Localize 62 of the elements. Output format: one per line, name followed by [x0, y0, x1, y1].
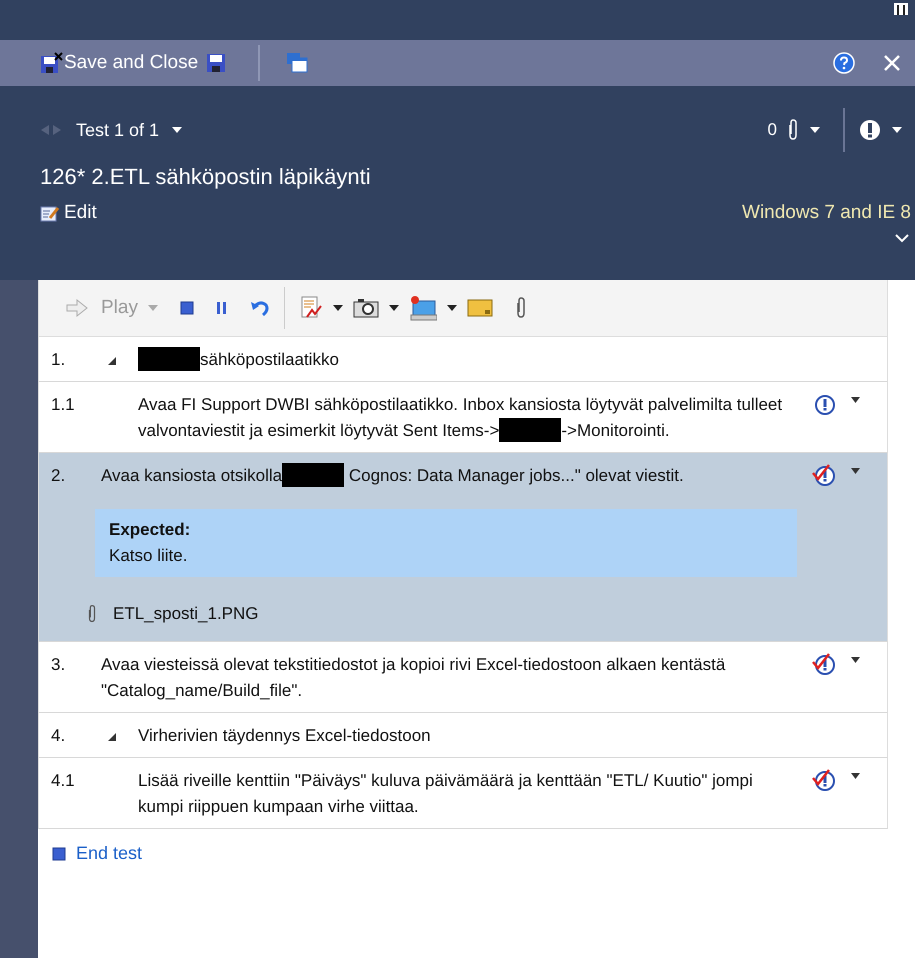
step-row[interactable]: 3. Avaa viesteissä olevat tekstitiedostot ja kopioi rivi Excel-tiedostoon alkaen kentästä "Catalog_name/Build_file". [38, 642, 888, 713]
note-icon[interactable] [466, 298, 493, 318]
columns-icon[interactable] [893, 2, 909, 16]
step-number: 4.1 [50, 770, 76, 792]
step-number: 4. [50, 725, 66, 747]
expected-text: Katso liite. [109, 545, 188, 567]
windows-icon[interactable] [286, 52, 308, 74]
caret-icon[interactable] [851, 397, 860, 403]
caret-icon[interactable] [171, 126, 184, 134]
step-number: 1. [50, 349, 66, 371]
step-number: 2. [50, 465, 66, 487]
close-icon[interactable] [883, 54, 901, 72]
expander-icon[interactable] [106, 731, 118, 743]
paperclip-icon[interactable] [787, 119, 799, 141]
caret-icon[interactable] [332, 305, 343, 311]
edit-icon [40, 204, 60, 222]
help-icon[interactable] [833, 52, 855, 74]
caret-icon[interactable] [388, 305, 399, 311]
caret-icon[interactable] [851, 773, 860, 779]
attachment-link[interactable]: ETL_sposti_1.PNG [113, 601, 259, 627]
undo-icon[interactable] [250, 299, 270, 317]
configuration-label: Windows 7 and IE 8 [742, 202, 911, 224]
save-close-icon [40, 52, 64, 74]
step-row[interactable]: 4.1 Lisää riveille kenttiin "Päiväys" kuluva päivämäärä ja kenttään "ETL/ Kuutio" jompi kumpi riippuen kumpaan virhe viittaa. [38, 758, 888, 829]
step-text: Avaa kansiosta otsikolla Cognos: Data Manager jobs..." olevat viestit. [101, 463, 684, 489]
camera-icon[interactable] [352, 298, 379, 318]
caret-icon[interactable] [851, 468, 860, 474]
edit-link[interactable]: Edit [40, 202, 97, 224]
caret-icon[interactable] [891, 126, 903, 134]
step-text: Virherivien täydennys Excel-tiedostoon [138, 725, 431, 747]
checked-info-icon[interactable] [811, 652, 837, 676]
step-number: 1.1 [50, 394, 76, 416]
test-title: 126* 2.ETL sähköpostin läpikäynti [40, 164, 372, 190]
caret-icon[interactable] [446, 305, 457, 311]
expander-icon[interactable] [106, 355, 118, 367]
pause-icon[interactable] [216, 301, 228, 315]
step-row[interactable]: 2. Avaa kansiosta otsikolla Cognos: Data Manager jobs..." olevat viestit. Expected: Katso liite. ETL_sposti_1.PNG [38, 453, 888, 642]
paperclip-icon[interactable] [514, 297, 527, 319]
step-row[interactable]: 4. Virherivien täydennys Excel-tiedostoon [38, 713, 888, 758]
stop-icon[interactable] [180, 301, 194, 315]
step-row[interactable]: 1.1 Avaa FI Support DWBI sähköpostilaatikko. Inbox kansiosta löytyvät palvelimilta tulleet valvontaviestit ja esimerkit löytyvät Sent Items-> ->Monitorointi. [38, 382, 888, 453]
step-text: Lisää riveille kenttiin "Päiväys" kuluva päivämäärä ja kenttään "ETL/ Kuutio" jompi kumpi riippuen kumpaan virhe viittaa. [138, 770, 754, 818]
paperclip-icon [87, 604, 97, 624]
step-row[interactable]: 1. sähköpostilaatikko [38, 337, 888, 382]
save-and-close-button[interactable]: Save and Close [40, 52, 198, 74]
checked-info-icon[interactable] [811, 768, 837, 792]
checked-info-icon[interactable] [811, 463, 837, 487]
step-text: Avaa viesteissä olevat tekstitiedostot ja kopioi rivi Excel-tiedostoon alkaen kentästä "Catalog_name/Build_file". [101, 654, 726, 702]
end-test-link[interactable]: End test [52, 843, 888, 864]
caret-icon[interactable] [809, 126, 821, 134]
info-icon[interactable] [859, 119, 881, 141]
computer-icon[interactable] [408, 295, 437, 321]
attachment-count: 0 [768, 120, 777, 140]
stop-icon [52, 846, 66, 860]
test-selector[interactable]: Test 1 of 1 [76, 120, 160, 140]
save-icon[interactable] [206, 53, 226, 73]
expected-label: Expected: [109, 519, 192, 541]
chevron-down-icon[interactable] [895, 234, 909, 243]
step-text: Avaa FI Support DWBI sähköpostilaatikko. Inbox kansiosta löytyvät palvelimilta tulleet valvontaviestit ja esimerkit löytyvät Sent Items-> ->Monitorointi. [138, 394, 784, 444]
caret-icon[interactable] [851, 657, 860, 663]
step-text: sähköpostilaatikko [138, 347, 339, 373]
step-number: 3. [50, 654, 66, 676]
